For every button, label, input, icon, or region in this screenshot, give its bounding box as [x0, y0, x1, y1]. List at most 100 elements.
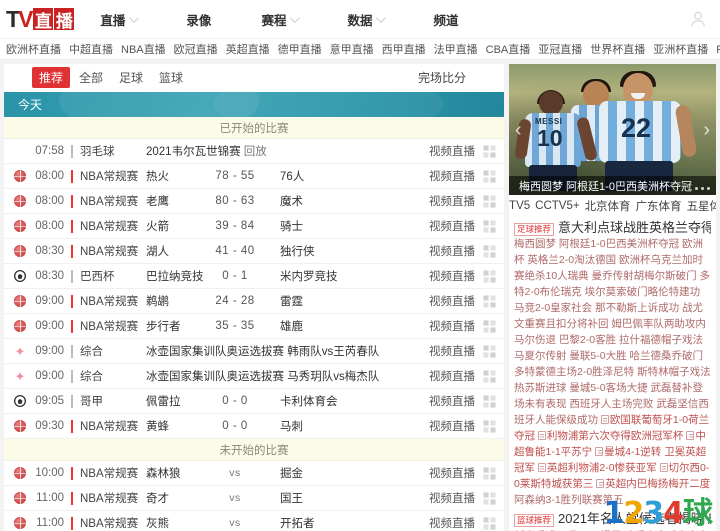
video-icon[interactable]: [483, 467, 496, 480]
table-row[interactable]: 09:00 NBA常规赛 步行者 35 - 35 雄鹿 视频直播: [4, 314, 504, 340]
video-live-link[interactable]: 视频直播: [429, 193, 475, 209]
fulltime-score-link[interactable]: 完场比分: [418, 69, 494, 86]
away-team: 雄鹿: [280, 321, 303, 334]
news-title[interactable]: 意大利点球战胜英格兰夺得欧洲杯: [558, 220, 711, 236]
channel-link-0[interactable]: CCTV5: [509, 200, 530, 212]
table-row[interactable]: 08:30 NBA常规赛 湖人 41 - 40 独行侠 视频直播: [4, 239, 504, 265]
subnav-item-5[interactable]: 德甲直播: [278, 41, 322, 57]
news-text[interactable]: 梅西圆梦 阿根廷1-0巴西美洲杯夺冠 欧洲杯 英格兰2-0淘汰德国 欧洲杯乌克兰…: [514, 238, 711, 425]
subnav-item-3[interactable]: 欧冠直播: [174, 41, 218, 57]
video-icon[interactable]: [483, 270, 496, 283]
subnav-item-9[interactable]: CBA直播: [486, 41, 531, 57]
video-icon[interactable]: [483, 395, 496, 408]
news-tail-link[interactable]: 阿森纳3-1胜列联赛第五: [514, 494, 624, 506]
match-score: vs: [229, 492, 241, 505]
video-icon[interactable]: [483, 517, 496, 530]
subnav-item-4[interactable]: 英超直播: [226, 41, 270, 57]
subnav-item-2[interactable]: NBA直播: [121, 41, 166, 57]
tab-basketball[interactable]: 篮球: [152, 67, 190, 88]
channel-link-4[interactable]: 五星体育: [687, 198, 716, 214]
video-live-link[interactable]: 视频直播: [429, 465, 475, 481]
subnav-item-0[interactable]: 欧洲杯直播: [6, 41, 61, 57]
video-live-link[interactable]: 视频直播: [429, 318, 475, 334]
channel-link-3[interactable]: 广东体育: [636, 198, 682, 214]
video-icon[interactable]: [483, 492, 496, 505]
table-row[interactable]: 08:00 NBA常规赛 老鹰 80 - 63 魔术 视频直播: [4, 189, 504, 215]
subnav-item-1[interactable]: 中超直播: [69, 41, 113, 57]
site-logo[interactable]: TV 直 播: [6, 6, 75, 32]
nav-item-live[interactable]: 直播: [100, 10, 162, 29]
video-live-link[interactable]: 视频直播: [429, 143, 475, 159]
subnav-item-7[interactable]: 西甲直播: [382, 41, 426, 57]
tab-football[interactable]: 足球: [112, 67, 150, 88]
table-row[interactable]: 08:30 巴西杯 巴拉纳竞技 0 - 1 米内罗竞技 视频直播: [4, 264, 504, 290]
video-icon[interactable]: [483, 170, 496, 183]
video-icon[interactable]: [483, 220, 496, 233]
nav-item-schedule[interactable]: 赛程: [261, 10, 323, 29]
tab-all[interactable]: 全部: [72, 67, 110, 88]
table-row[interactable]: 11:00 NBA常规赛 奇才 vs 国王 视频直播: [4, 486, 504, 512]
home-team: 佩雷拉: [146, 396, 181, 409]
subnav-item-6[interactable]: 意甲直播: [330, 41, 374, 57]
carousel-dot[interactable]: [701, 187, 704, 190]
news-title[interactable]: 2021年名人堂候选者揭晓 皮尔斯首: [558, 511, 711, 527]
subnav-item-10[interactable]: 亚冠直播: [538, 41, 582, 57]
nav-item-replay[interactable]: 录像: [186, 10, 237, 29]
table-row[interactable]: 07:58 羽毛球 2021韦尔瓦世锦赛 回放 视频直播: [4, 139, 504, 165]
video-live-link[interactable]: 视频直播: [429, 243, 475, 259]
channel-link-1[interactable]: CCTV5+: [535, 200, 579, 212]
tab-recommended[interactable]: 推荐: [32, 66, 71, 88]
video-live-link[interactable]: 视频直播: [429, 368, 475, 384]
video-icon[interactable]: [483, 245, 496, 258]
table-row[interactable]: ✦ 09:00 综合 冰壶国家集训队奥运选拔赛 马秀玥队vs梅杰队 视频直播: [4, 364, 504, 390]
subnav-item-11[interactable]: 世界杯直播: [590, 41, 645, 57]
subnav-item-12[interactable]: 亚洲杯直播: [653, 41, 708, 57]
video-icon[interactable]: [483, 195, 496, 208]
video-icon[interactable]: [483, 345, 496, 358]
carousel-dot[interactable]: [695, 187, 698, 190]
away-team: 米内罗竞技: [280, 271, 338, 284]
news-link[interactable]: 英超内巴梅扬梅开二度: [596, 478, 710, 490]
table-row[interactable]: 08:00 NBA常规赛 热火 78 - 55 76人 视频直播: [4, 164, 504, 190]
user-icon[interactable]: [688, 9, 708, 29]
away-team: 卡利体育会: [280, 396, 338, 409]
video-live-link[interactable]: 视频直播: [429, 168, 475, 184]
carousel-next-icon[interactable]: ›: [701, 120, 712, 140]
nav-item-data[interactable]: 数据: [347, 10, 409, 29]
video-live-link[interactable]: 视频直播: [429, 293, 475, 309]
video-icon[interactable]: [483, 295, 496, 308]
carousel-dots[interactable]: [695, 187, 710, 190]
subnav-item-13[interactable]: F1赛车直播: [716, 41, 720, 57]
carousel-prev-icon[interactable]: ‹: [513, 120, 524, 140]
video-live-link[interactable]: 视频直播: [429, 490, 475, 506]
news-link[interactable]: 利物浦第六次夺得欧洲冠军杯: [537, 430, 683, 442]
league-color-bar: [71, 244, 73, 258]
table-row[interactable]: 09:30 NBA常规赛 黄蜂 0 - 0 马刺 视频直播: [4, 414, 504, 440]
table-row[interactable]: 11:00 NBA常规赛 灰熊 vs 开拓者 视频直播: [4, 511, 504, 531]
away-team: 骑士: [280, 221, 303, 234]
carousel-caption[interactable]: 梅西圆梦 阿根廷1-0巴西美洲杯夺冠: [509, 176, 716, 195]
table-row[interactable]: 09:00 NBA常规赛 鹈鹕 24 - 28 雷霆 视频直播: [4, 289, 504, 315]
video-icon[interactable]: [483, 370, 496, 383]
video-icon[interactable]: [483, 145, 496, 158]
video-live-link[interactable]: 视频直播: [429, 418, 475, 434]
table-row[interactable]: 08:00 NBA常规赛 火箭 39 - 84 骑士 视频直播: [4, 214, 504, 240]
video-live-link[interactable]: 视频直播: [429, 268, 475, 284]
hero-carousel[interactable]: MESSI 10 22 ‹ › 梅西圆梦 阿根廷1-0巴西美洲杯夺冠: [509, 64, 716, 195]
subnav-item-8[interactable]: 法甲直播: [434, 41, 478, 57]
video-live-link[interactable]: 视频直播: [429, 515, 475, 531]
nav-item-channel[interactable]: 频道: [433, 10, 484, 29]
carousel-dot[interactable]: [707, 187, 710, 190]
channel-link-2[interactable]: 北京体育: [585, 198, 631, 214]
match-time: 08:00: [35, 195, 64, 208]
table-row[interactable]: ✦ 09:00 综合 冰壶国家集训队奥运选拔赛 韩雨队vs王芮春队 视频直播: [4, 339, 504, 365]
video-icon[interactable]: [483, 420, 496, 433]
video-icon[interactable]: [483, 320, 496, 333]
video-live-link[interactable]: 视频直播: [429, 393, 475, 409]
table-row[interactable]: 09:05 哥甲 佩雷拉 0 - 0 卡利体育会 视频直播: [4, 389, 504, 415]
match-time: 09:00: [35, 370, 64, 383]
video-live-link[interactable]: 视频直播: [429, 218, 475, 234]
table-row[interactable]: 10:00 NBA常规赛 森林狼 vs 掘金 视频直播: [4, 461, 504, 487]
news-link[interactable]: 英超利物浦2-0惨获亚军: [537, 462, 657, 474]
video-live-link[interactable]: 视频直播: [429, 343, 475, 359]
